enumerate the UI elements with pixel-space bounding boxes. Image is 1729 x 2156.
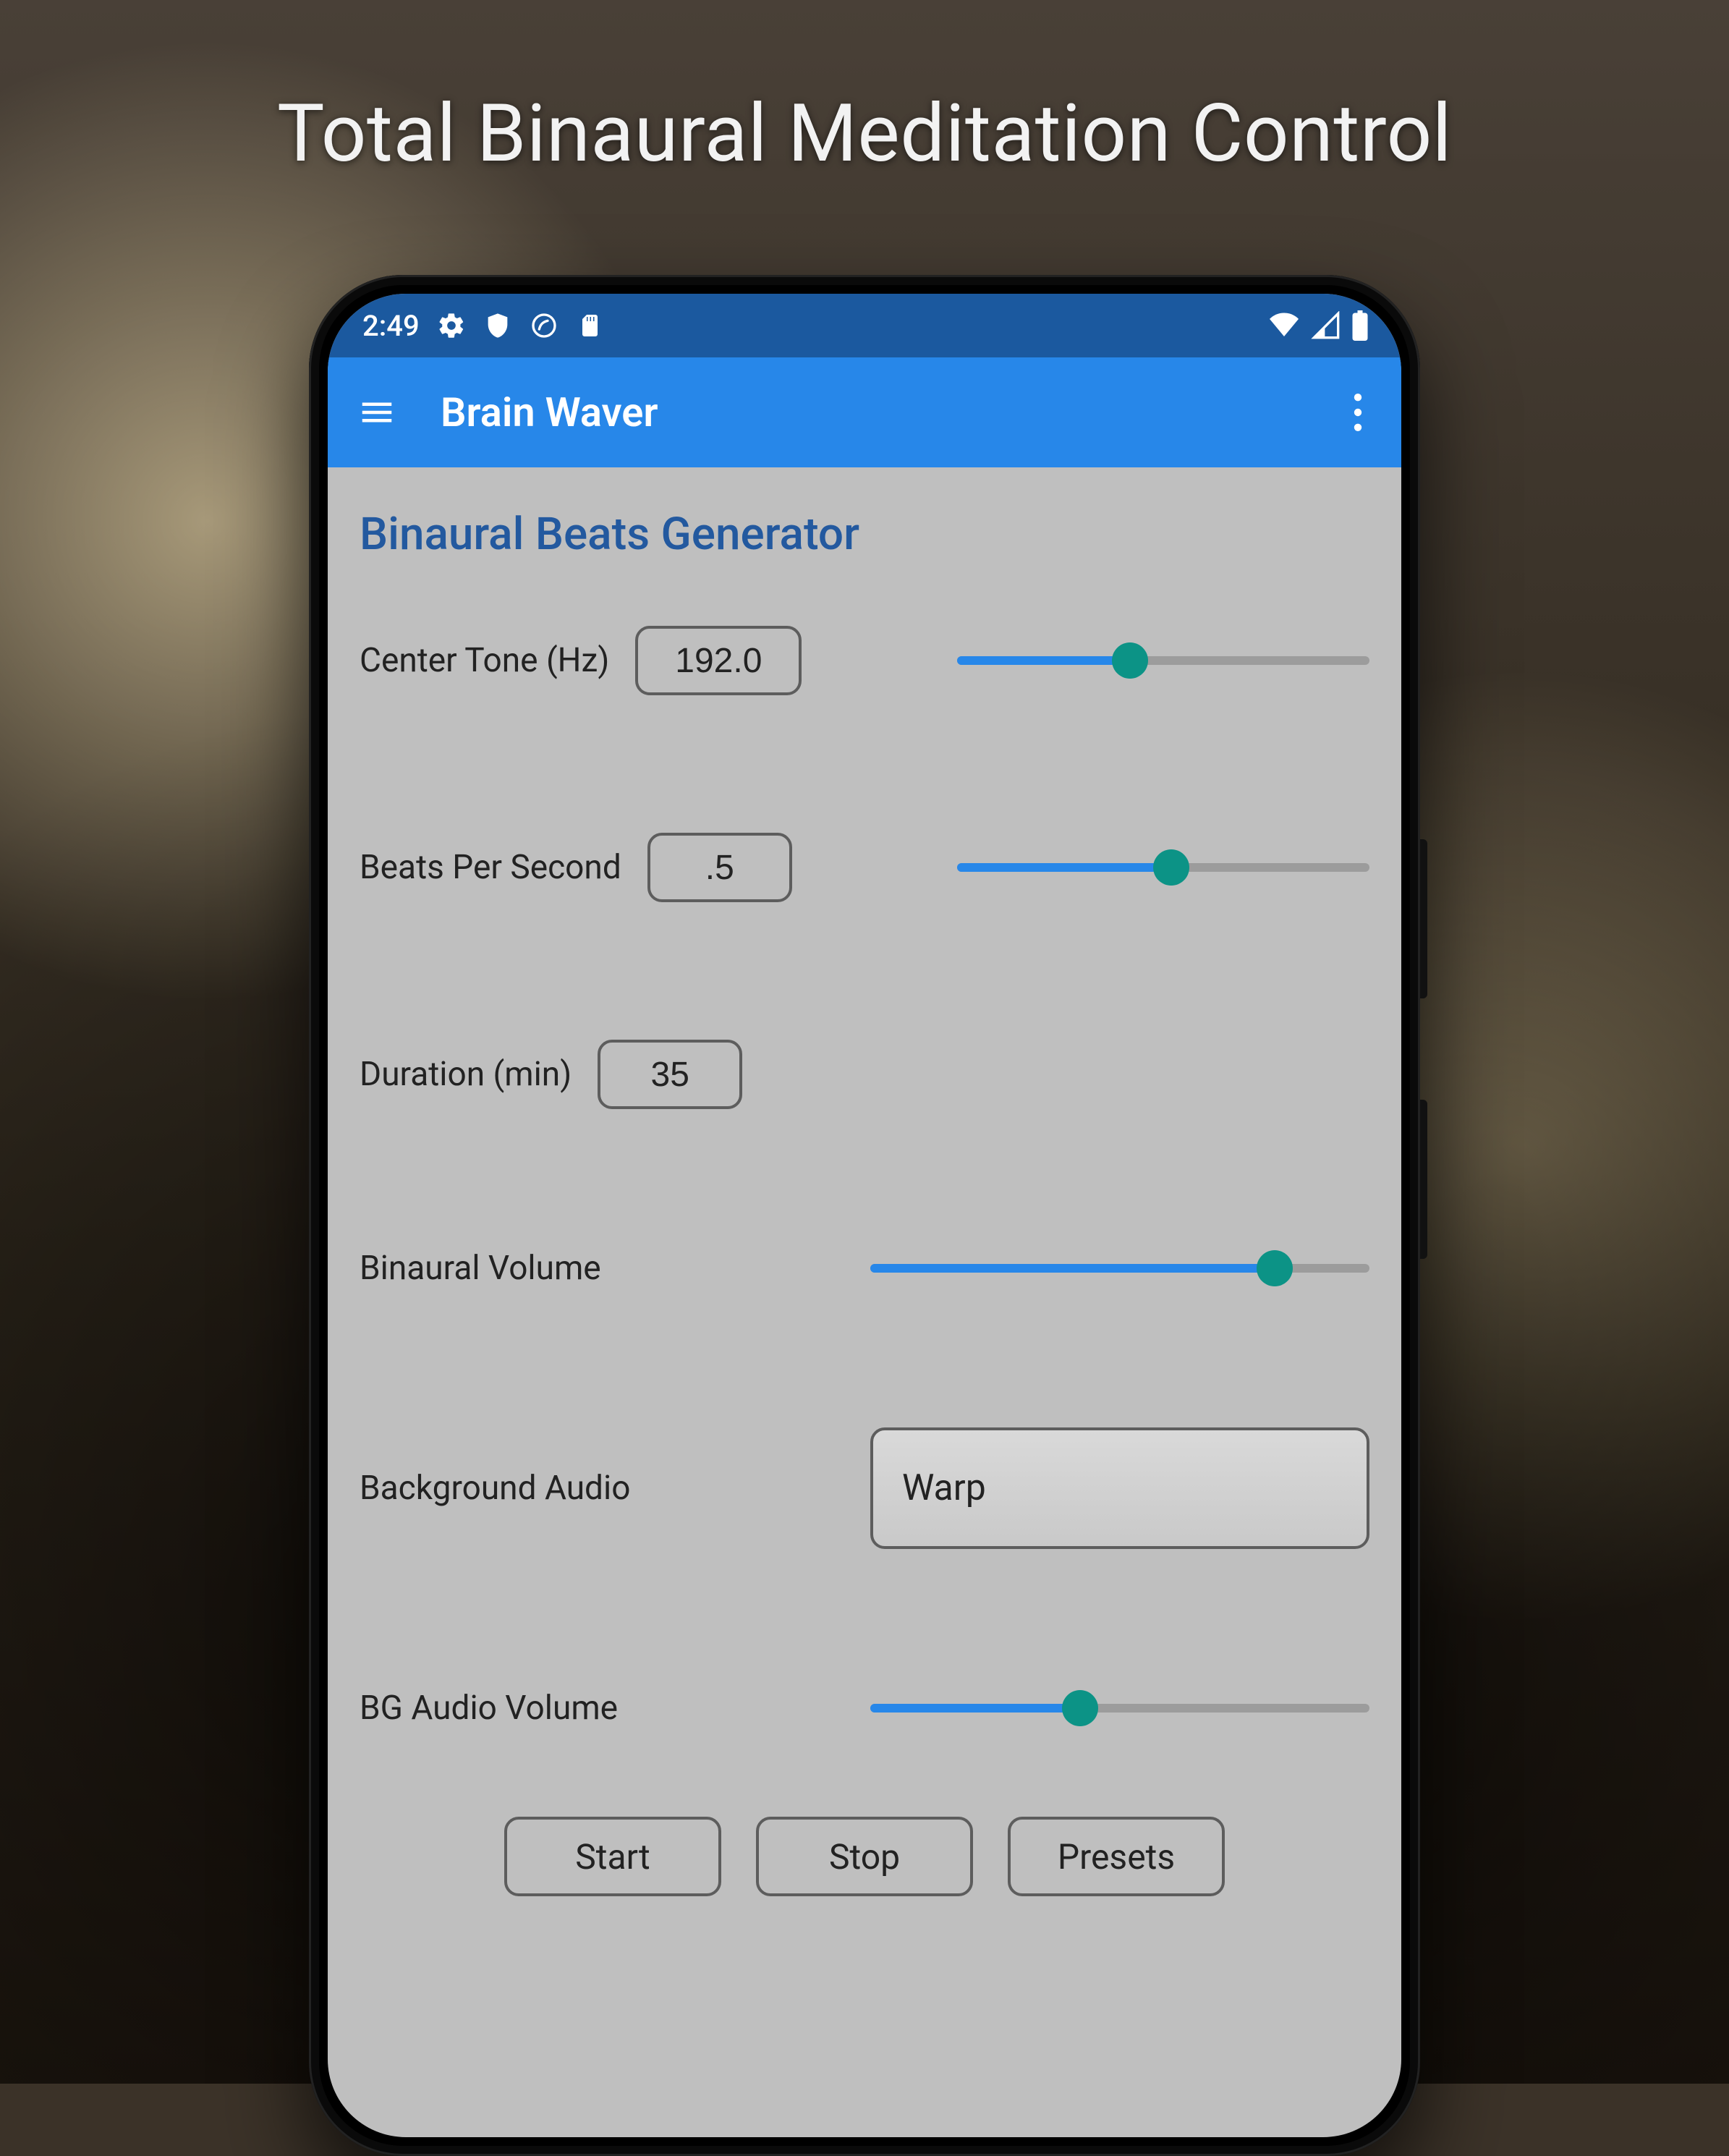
phone-screen: 2:49 <box>328 294 1401 2137</box>
center-tone-input[interactable] <box>635 626 802 695</box>
bg-volume-slider[interactable] <box>870 1686 1369 1730</box>
bps-row: Beats Per Second <box>360 833 1369 902</box>
stop-button[interactable]: Stop <box>756 1817 973 1896</box>
battery-icon <box>1351 310 1369 341</box>
wifi-icon <box>1267 311 1301 340</box>
bps-slider[interactable] <box>957 846 1369 889</box>
no-sim-icon <box>530 311 558 340</box>
sd-card-icon <box>576 311 602 340</box>
bg-volume-row: BG Audio Volume <box>360 1686 1369 1730</box>
menu-icon[interactable] <box>354 389 400 436</box>
promo-title: Total Binaural Meditation Control <box>0 87 1729 180</box>
duration-label: Duration (min) <box>360 1055 572 1094</box>
action-button-row: Start Stop Presets <box>360 1817 1369 1896</box>
center-tone-label: Center Tone (Hz) <box>360 641 609 680</box>
bg-volume-label: BG Audio Volume <box>360 1689 618 1728</box>
bg-audio-row: Background Audio Warp <box>360 1427 1369 1549</box>
presets-button[interactable]: Presets <box>1008 1817 1225 1896</box>
bg-audio-select[interactable]: Warp <box>870 1427 1369 1549</box>
phone-frame: 2:49 <box>309 275 1420 2156</box>
bps-input[interactable] <box>647 833 792 902</box>
overflow-icon[interactable] <box>1341 389 1375 436</box>
section-title: Binaural Beats Generator <box>360 508 1369 561</box>
duration-input[interactable] <box>598 1040 742 1109</box>
shield-icon <box>483 311 512 340</box>
start-button[interactable]: Start <box>504 1817 721 1896</box>
binaural-volume-slider[interactable] <box>870 1247 1369 1290</box>
app-title: Brain Waver <box>441 389 658 436</box>
bps-label: Beats Per Second <box>360 848 621 887</box>
duration-row: Duration (min) <box>360 1040 1369 1109</box>
bg-audio-label: Background Audio <box>360 1469 630 1508</box>
center-tone-slider[interactable] <box>957 639 1369 682</box>
binaural-volume-row: Binaural Volume <box>360 1247 1369 1290</box>
bg-audio-value: Warp <box>902 1467 986 1509</box>
binaural-volume-label: Binaural Volume <box>360 1249 601 1288</box>
status-time: 2:49 <box>362 309 420 343</box>
status-bar: 2:49 <box>328 294 1401 357</box>
settings-icon <box>437 311 466 340</box>
center-tone-row: Center Tone (Hz) <box>360 626 1369 695</box>
content-area: Binaural Beats Generator Center Tone (Hz… <box>328 467 1401 1896</box>
app-bar: Brain Waver <box>328 357 1401 467</box>
signal-icon <box>1310 311 1342 340</box>
